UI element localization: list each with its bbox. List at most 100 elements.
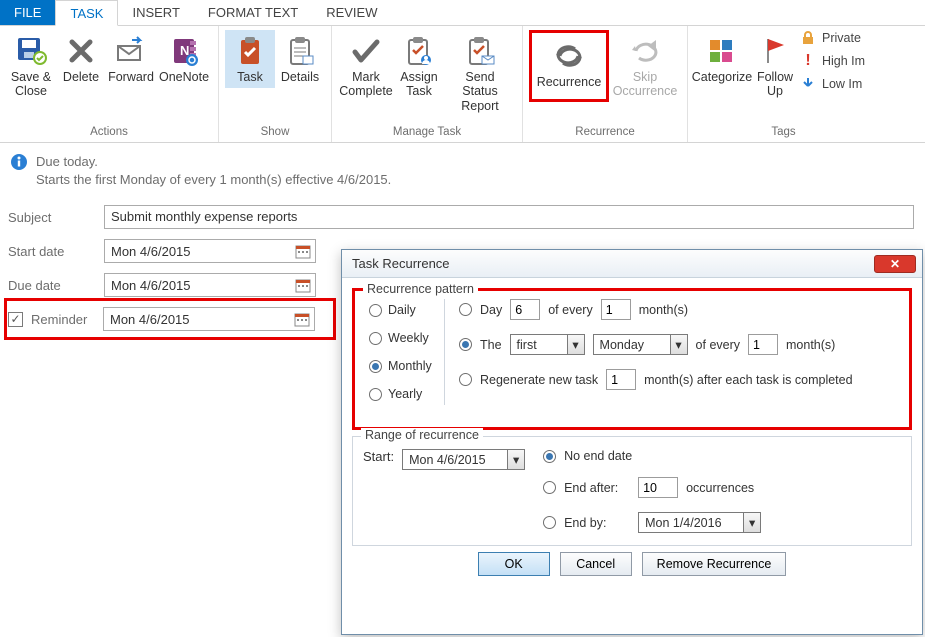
ok-button[interactable]: OK bbox=[478, 552, 550, 576]
high-importance-toggle[interactable]: ! High Im bbox=[800, 52, 865, 70]
subject-input[interactable]: Submit monthly expense reports bbox=[104, 205, 914, 229]
tab-format-text[interactable]: FORMAT TEXT bbox=[194, 0, 312, 25]
recurrence-button[interactable]: Recurrence bbox=[529, 30, 609, 102]
details-icon bbox=[283, 34, 317, 68]
end-after-label: End after: bbox=[564, 481, 630, 495]
send-status-button[interactable]: Send Status Report bbox=[444, 30, 516, 117]
onenote-label: OneNote bbox=[159, 70, 209, 84]
task-button[interactable]: Task bbox=[225, 30, 275, 88]
calendar-icon[interactable] bbox=[295, 277, 311, 293]
task-recurrence-dialog: Task Recurrence ✕ Recurrence pattern Dai… bbox=[341, 249, 923, 635]
ordinal-dropdown[interactable]: first▾ bbox=[510, 334, 585, 355]
range-start-dropdown[interactable]: Mon 4/6/2015▾ bbox=[402, 449, 525, 470]
opt-regenerate-label: Regenerate new task bbox=[480, 373, 598, 387]
ribbon: Save & Close Delete Forward N OneNote bbox=[0, 26, 925, 143]
calendar-icon[interactable] bbox=[294, 311, 310, 327]
categorize-button[interactable]: Categorize bbox=[694, 30, 750, 88]
onenote-button[interactable]: N OneNote bbox=[156, 30, 212, 88]
tab-task[interactable]: TASK bbox=[55, 0, 118, 26]
skip-occurrence-label: Skip Occurrence bbox=[613, 70, 678, 99]
group-actions-label: Actions bbox=[0, 124, 218, 142]
opt-day-radio[interactable] bbox=[459, 303, 472, 316]
categorize-label: Categorize bbox=[692, 70, 752, 84]
low-importance-toggle[interactable]: Low Im bbox=[800, 76, 865, 92]
follow-up-icon bbox=[758, 34, 792, 68]
save-close-button[interactable]: Save & Close bbox=[6, 30, 56, 103]
freq-monthly-radio[interactable]: Monthly bbox=[369, 359, 444, 373]
group-tags: Categorize Follow Up Private ! High Im bbox=[688, 26, 879, 142]
chevron-down-icon: ▾ bbox=[507, 450, 524, 469]
delete-icon bbox=[64, 34, 98, 68]
group-manage-label: Manage Task bbox=[332, 124, 522, 142]
freq-yearly-radio[interactable]: Yearly bbox=[369, 387, 444, 401]
reminder-date-input[interactable]: Mon 4/6/2015 bbox=[103, 307, 315, 331]
reminder-label: Reminder bbox=[31, 312, 103, 327]
private-toggle[interactable]: Private bbox=[800, 30, 865, 46]
mark-complete-button[interactable]: Mark Complete bbox=[338, 30, 394, 103]
onenote-icon: N bbox=[167, 34, 201, 68]
freq-weekly-label: Weekly bbox=[388, 331, 429, 345]
ordinal-value: first bbox=[511, 338, 567, 352]
freq-weekly-radio[interactable]: Weekly bbox=[369, 331, 444, 345]
end-by-label: End by: bbox=[564, 516, 630, 530]
no-end-date-radio[interactable] bbox=[543, 450, 556, 463]
due-date-input[interactable]: Mon 4/6/2015 bbox=[104, 273, 316, 297]
forward-icon bbox=[114, 34, 148, 68]
range-start-label: Start: bbox=[363, 449, 394, 464]
tab-review[interactable]: REVIEW bbox=[312, 0, 391, 25]
recurrence-pattern-legend: Recurrence pattern bbox=[363, 282, 478, 296]
checkmark-icon: ✓ bbox=[10, 313, 20, 325]
assign-task-label: Assign Task bbox=[400, 70, 438, 99]
delete-button[interactable]: Delete bbox=[56, 30, 106, 88]
freq-daily-label: Daily bbox=[388, 303, 416, 317]
categorize-icon bbox=[705, 34, 739, 68]
months-text-1: month(s) bbox=[639, 303, 688, 317]
send-status-icon bbox=[463, 34, 497, 68]
cancel-button[interactable]: Cancel bbox=[560, 552, 632, 576]
chevron-down-icon: ▾ bbox=[567, 335, 584, 354]
end-after-input[interactable] bbox=[638, 477, 678, 498]
subject-label: Subject bbox=[8, 210, 104, 225]
calendar-icon[interactable] bbox=[295, 243, 311, 259]
info-line-1: Due today. bbox=[36, 153, 391, 171]
range-of-recurrence-fieldset: Range of recurrence Start: Mon 4/6/2015▾… bbox=[352, 436, 912, 546]
every-months-input-1[interactable] bbox=[601, 299, 631, 320]
follow-up-button[interactable]: Follow Up bbox=[750, 30, 800, 103]
regenerate-tail-text: month(s) after each task is completed bbox=[644, 373, 852, 387]
end-by-dropdown[interactable]: Mon 1/4/2016▾ bbox=[638, 512, 761, 533]
opt-regenerate-radio[interactable] bbox=[459, 373, 472, 386]
chevron-down-icon: ▾ bbox=[670, 335, 687, 354]
weekday-dropdown[interactable]: Monday▾ bbox=[593, 334, 688, 355]
close-icon: ✕ bbox=[890, 257, 900, 271]
end-by-radio[interactable] bbox=[543, 516, 556, 529]
details-button[interactable]: Details bbox=[275, 30, 325, 88]
assign-task-button[interactable]: Assign Task bbox=[394, 30, 444, 103]
end-after-radio[interactable] bbox=[543, 481, 556, 494]
group-manage-task: Mark Complete Assign Task Send Status Re… bbox=[332, 26, 523, 142]
start-date-input[interactable]: Mon 4/6/2015 bbox=[104, 239, 316, 263]
task-label: Task bbox=[237, 70, 263, 84]
reminder-checkbox[interactable]: ✓ bbox=[8, 312, 23, 327]
skip-occurrence-button[interactable]: Skip Occurrence bbox=[609, 30, 681, 103]
freq-daily-radio[interactable]: Daily bbox=[369, 303, 444, 317]
low-importance-icon bbox=[800, 76, 816, 92]
opt-the-radio[interactable] bbox=[459, 338, 472, 351]
info-line-2: Starts the first Monday of every 1 month… bbox=[36, 171, 391, 189]
details-label: Details bbox=[281, 70, 319, 84]
high-importance-icon: ! bbox=[800, 52, 816, 70]
every-months-input-2[interactable] bbox=[748, 334, 778, 355]
tab-strip: FILE TASK INSERT FORMAT TEXT REVIEW bbox=[0, 0, 925, 26]
range-legend: Range of recurrence bbox=[361, 428, 483, 442]
due-date-value: Mon 4/6/2015 bbox=[111, 278, 191, 293]
forward-label: Forward bbox=[108, 70, 154, 84]
tab-file[interactable]: FILE bbox=[0, 0, 55, 25]
end-by-value: Mon 1/4/2016 bbox=[639, 516, 743, 530]
regenerate-months-input[interactable] bbox=[606, 369, 636, 390]
recurrence-pattern-fieldset: Recurrence pattern Daily Weekly Monthly … bbox=[352, 288, 912, 430]
remove-recurrence-button[interactable]: Remove Recurrence bbox=[642, 552, 787, 576]
group-tags-label: Tags bbox=[688, 124, 879, 142]
day-number-input[interactable] bbox=[510, 299, 540, 320]
forward-button[interactable]: Forward bbox=[106, 30, 156, 88]
dialog-close-button[interactable]: ✕ bbox=[874, 255, 916, 273]
tab-insert[interactable]: INSERT bbox=[118, 0, 193, 25]
